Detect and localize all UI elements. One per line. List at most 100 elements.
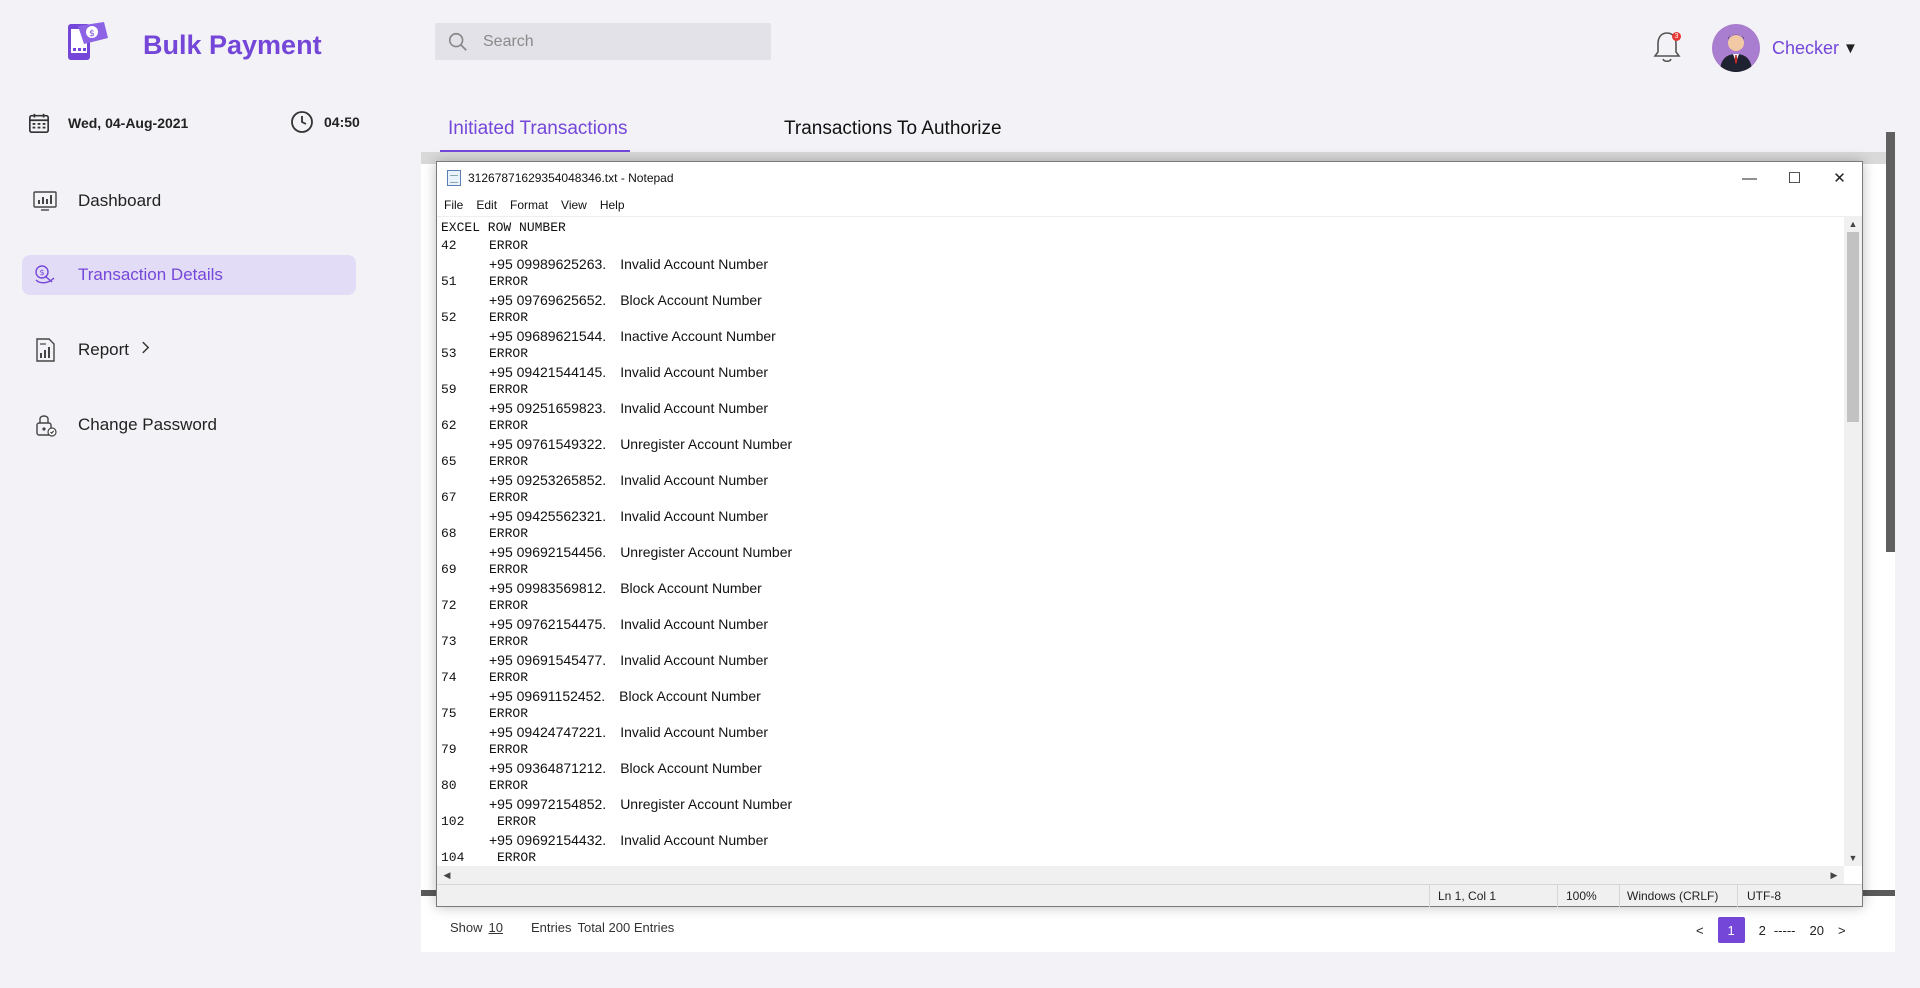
sidebar-item-label: Dashboard bbox=[78, 191, 162, 210]
error-detail: +95 09989625263. Invalid Account Number bbox=[441, 255, 1844, 273]
notepad-titlebar[interactable]: 31267871629354048346.txt - Notepad — ☐ ✕ bbox=[437, 162, 1862, 194]
row-number: 51 bbox=[441, 274, 457, 289]
avatar[interactable] bbox=[1712, 24, 1760, 72]
menu-help[interactable]: Help bbox=[600, 198, 625, 212]
row-number: 59 bbox=[441, 382, 457, 397]
notepad-menubar: File Edit Format View Help bbox=[437, 194, 1862, 216]
row-number: 53 bbox=[441, 346, 457, 361]
maximize-icon[interactable]: ☐ bbox=[1772, 162, 1817, 194]
notepad-status-bar: Ln 1, Col 1 100% Windows (CRLF) UTF-8 bbox=[437, 884, 1862, 907]
row-number: 104 bbox=[441, 850, 465, 865]
error-detail: +95 09421544145. Invalid Account Number bbox=[441, 363, 1844, 381]
tab-initiated-transactions[interactable]: Initiated Transactions bbox=[448, 118, 628, 140]
notepad-text-area[interactable]: EXCEL ROW NUMBER 42 ERROR +95 09989625263.… bbox=[437, 216, 1844, 866]
user-menu[interactable]: Checker ▼ bbox=[1772, 38, 1858, 59]
app-title: Bulk Payment bbox=[143, 30, 322, 60]
row-status: ERROR bbox=[489, 706, 529, 721]
notepad-title: 31267871629354048346.txt - Notepad bbox=[468, 171, 674, 185]
error-detail: +95 09692154432. Invalid Account Number bbox=[441, 831, 1844, 849]
minimize-icon[interactable]: — bbox=[1727, 162, 1772, 194]
time-text: 04:50 bbox=[324, 114, 360, 130]
horizontal-scrollbar[interactable]: ◀ ▶ bbox=[437, 866, 1844, 884]
zoom-level: 100% bbox=[1566, 889, 1597, 903]
error-message: Unregister Account Number bbox=[620, 796, 793, 812]
notification-bell-icon[interactable]: 3 bbox=[1650, 28, 1684, 66]
search-box[interactable] bbox=[435, 23, 771, 60]
error-row: 59 ERROR bbox=[441, 381, 1844, 399]
close-icon[interactable]: ✕ bbox=[1817, 162, 1862, 194]
scroll-thumb[interactable] bbox=[1847, 232, 1859, 422]
notepad-file-icon bbox=[447, 170, 461, 186]
sidebar-item-report[interactable]: Report bbox=[22, 330, 356, 370]
scroll-right-icon[interactable]: ▶ bbox=[1826, 866, 1842, 884]
menu-edit[interactable]: Edit bbox=[476, 198, 497, 212]
tab-transactions-to-authorize[interactable]: Transactions To Authorize bbox=[784, 118, 1002, 140]
row-status: ERROR bbox=[489, 634, 529, 649]
menu-view[interactable]: View bbox=[561, 198, 587, 212]
svg-text:$: $ bbox=[39, 268, 44, 277]
dashboard-icon bbox=[33, 191, 57, 211]
row-number: 52 bbox=[441, 310, 457, 325]
sidebar-item-change-password[interactable]: Change Password bbox=[22, 405, 356, 445]
page-size-select[interactable]: 10 bbox=[489, 920, 503, 935]
caret-down-icon: ▼ bbox=[1843, 40, 1858, 57]
sidebar-item-dashboard[interactable]: Dashboard bbox=[22, 181, 356, 221]
error-message: Unregister Account Number bbox=[620, 544, 793, 560]
error-row: 72 ERROR bbox=[441, 597, 1844, 615]
error-detail: +95 09364871212. Block Account Number bbox=[441, 759, 1844, 777]
error-row: 51 ERROR bbox=[441, 273, 1844, 291]
report-icon bbox=[36, 338, 55, 362]
entries-label: Entries bbox=[531, 920, 572, 935]
phone-number: +95 09983569812. bbox=[489, 580, 607, 596]
error-message: Invalid Account Number bbox=[620, 508, 769, 524]
next-page-button[interactable]: > bbox=[1838, 923, 1846, 938]
entries-info: Show 10 Entries Total 200 Entries bbox=[450, 920, 674, 935]
row-number: 74 bbox=[441, 670, 457, 685]
error-detail: +95 09762154475. Invalid Account Number bbox=[441, 615, 1844, 633]
phone-number: +95 09425562321. bbox=[489, 508, 607, 524]
row-status: ERROR bbox=[489, 346, 529, 361]
row-number: 67 bbox=[441, 490, 457, 505]
page-2-button[interactable]: 2 bbox=[1759, 923, 1766, 938]
sidebar-item-transaction-details[interactable]: $ Transaction Details bbox=[22, 255, 356, 295]
error-row: 65 ERROR bbox=[441, 453, 1844, 471]
pagination: < 1 2 ----- 20 > bbox=[1696, 917, 1846, 943]
menu-format[interactable]: Format bbox=[510, 198, 548, 212]
page-ellipsis: ----- bbox=[1773, 922, 1796, 938]
phone-number: +95 09972154852. bbox=[489, 796, 607, 812]
scroll-down-icon[interactable]: ▼ bbox=[1844, 850, 1862, 866]
error-message: Invalid Account Number bbox=[620, 364, 769, 380]
row-status: ERROR bbox=[489, 598, 529, 613]
scroll-up-icon[interactable]: ▲ bbox=[1844, 216, 1862, 232]
row-number: 79 bbox=[441, 742, 457, 757]
error-message: Invalid Account Number bbox=[620, 832, 769, 848]
vertical-scrollbar[interactable]: ▲ ▼ bbox=[1844, 216, 1862, 866]
svg-text:$: $ bbox=[89, 29, 95, 39]
error-row: 62 ERROR bbox=[441, 417, 1844, 435]
error-detail: +95 09691152452. Block Account Number bbox=[441, 687, 1844, 705]
app-logo-icon: $ bbox=[64, 18, 112, 66]
error-detail: +95 09689621544. Inactive Account Number bbox=[441, 327, 1844, 345]
search-input[interactable] bbox=[483, 32, 743, 51]
notepad-window[interactable]: 31267871629354048346.txt - Notepad — ☐ ✕… bbox=[436, 161, 1863, 907]
row-number: 62 bbox=[441, 418, 457, 433]
page-scrollbar[interactable] bbox=[1886, 132, 1895, 552]
scroll-left-icon[interactable]: ◀ bbox=[439, 866, 455, 884]
row-number: 73 bbox=[441, 634, 457, 649]
error-row: 53 ERROR bbox=[441, 345, 1844, 363]
menu-file[interactable]: File bbox=[444, 198, 463, 212]
row-status: ERROR bbox=[489, 526, 529, 541]
page-1-button[interactable]: 1 bbox=[1717, 917, 1745, 943]
encoding: UTF-8 bbox=[1747, 889, 1781, 903]
total-entries: Total 200 Entries bbox=[577, 920, 675, 935]
phone-number: +95 09251659823. bbox=[489, 400, 607, 416]
row-number: 102 bbox=[441, 814, 465, 829]
row-number: 80 bbox=[441, 778, 457, 793]
phone-number: +95 09989625263. bbox=[489, 256, 607, 272]
error-detail: +95 09425562321. Invalid Account Number bbox=[441, 507, 1844, 525]
row-status: ERROR bbox=[489, 310, 529, 325]
page-last-button[interactable]: 20 bbox=[1809, 923, 1823, 938]
prev-page-button[interactable]: < bbox=[1696, 923, 1704, 938]
transaction-icon: $ bbox=[35, 265, 55, 284]
error-message: Block Account Number bbox=[620, 760, 762, 776]
